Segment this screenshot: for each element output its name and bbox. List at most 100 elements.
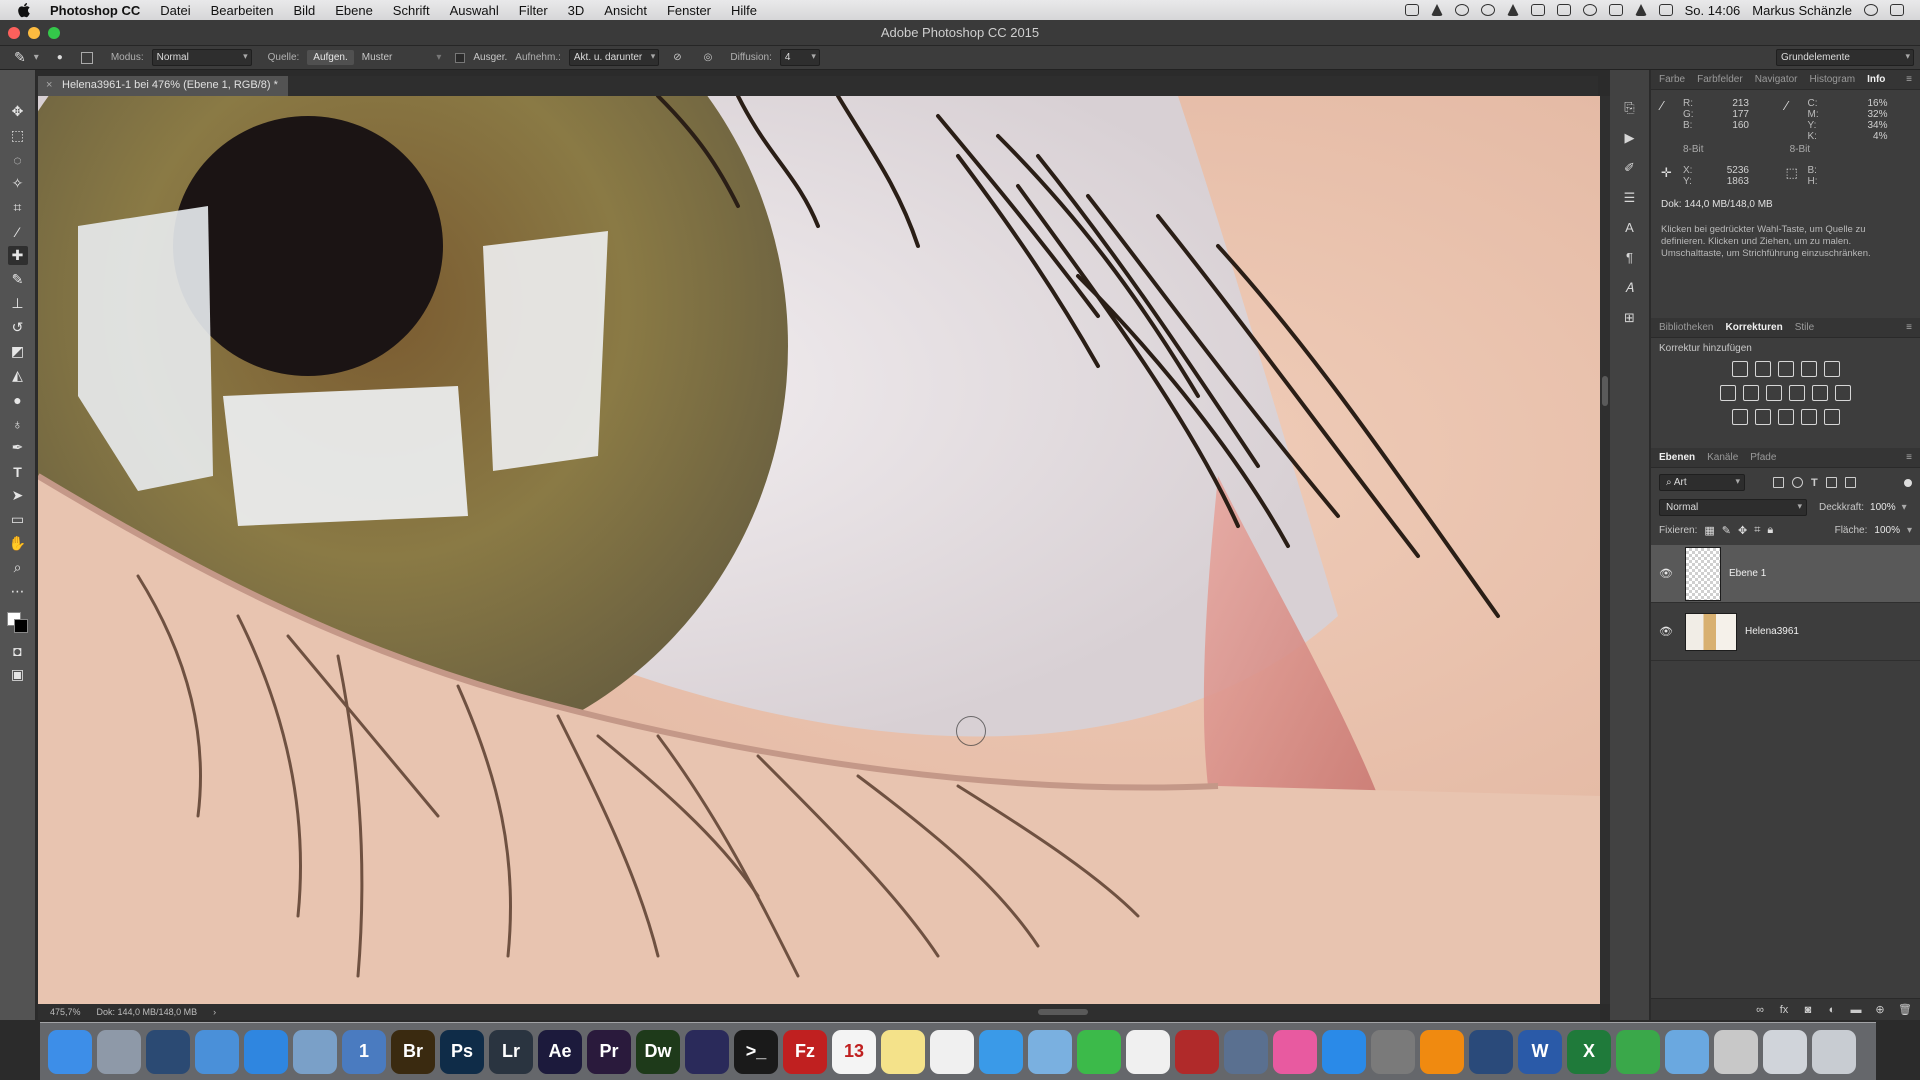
dock-app-vlc-icon[interactable] [1420,1029,1464,1074]
layer-filter-kind-select[interactable]: ⌕ Art [1659,474,1745,491]
quick-mask-icon[interactable]: ◘ [8,641,28,660]
tab-histogram[interactable]: Histogram [1810,74,1856,85]
move-tool-icon[interactable]: ✥ [8,102,28,121]
dodge-tool-icon[interactable]: ♁ [8,414,28,433]
horizontal-scroll-thumb[interactable] [1038,1009,1088,1015]
invert-icon[interactable] [1731,409,1748,425]
dock-app-notes-icon[interactable] [881,1029,925,1074]
lock-transparent-icon[interactable]: ▦ [1704,524,1714,537]
menu-bearbeiten[interactable]: Bearbeiten [211,3,274,18]
source-sampled-button[interactable]: Aufgen. [307,50,354,65]
layer-visibility-eye-icon[interactable]: 👁︎ [1659,567,1675,580]
adjustment-properties-icon[interactable]: ☰ [1621,190,1639,206]
canvas-horizontal-scrollbar[interactable] [38,1004,1600,1020]
dock-app-photoshop-icon[interactable]: Ps [440,1029,484,1074]
hand-tool-icon[interactable]: ✋ [8,534,28,553]
opacity-value[interactable]: 100% [1870,502,1896,513]
tab-info[interactable]: Info [1867,74,1885,85]
ignore-adjustment-layers-icon[interactable]: ⊘ [673,52,681,63]
tab-kanaele[interactable]: Kanäle [1707,452,1738,463]
layer-style-fx-icon[interactable]: fx [1778,1004,1790,1016]
drive-icon[interactable] [1430,4,1443,16]
menu-filter[interactable]: Filter [519,3,548,18]
status-menu-chevron-icon[interactable]: › [213,1007,216,1017]
tab-navigator[interactable]: Navigator [1755,74,1798,85]
record-icon[interactable] [1454,4,1469,16]
menu-bild[interactable]: Bild [294,3,316,18]
menu-auswahl[interactable]: Auswahl [450,3,499,18]
vibrance-icon[interactable] [1823,361,1840,377]
new-group-icon[interactable]: ▬ [1850,1004,1862,1016]
layer-name[interactable]: Ebene 1 [1729,568,1766,579]
brightness-contrast-icon[interactable] [1731,361,1748,377]
zoom-tool-icon[interactable]: ⌕ [8,558,28,577]
brush-panel-icon[interactable]: ✐ [1621,160,1639,176]
display-icon[interactable] [1530,4,1545,16]
time-machine-icon[interactable] [1582,4,1597,16]
dock-app-documents-icon[interactable] [1763,1029,1807,1074]
apple-logo-icon[interactable] [18,2,32,18]
dock-app-itunes-icon[interactable] [1273,1029,1317,1074]
layer-row[interactable]: 👁︎ Helena3961 [1651,603,1920,661]
notification-center-icon[interactable] [1890,4,1904,16]
actions-panel-icon[interactable]: ▶ [1621,130,1639,146]
path-selection-tool-icon[interactable]: ➤ [8,486,28,505]
source-pattern-button[interactable]: Muster [362,52,393,63]
brush-size-picker-icon[interactable]: ● [57,52,63,63]
link-layers-icon[interactable]: ∞ [1754,1004,1766,1016]
opacity-dropdown-icon[interactable]: ▾ [1902,502,1907,513]
filter-adjustment-icon[interactable] [1792,477,1803,488]
dock-app-premiere-icon[interactable]: Pr [587,1029,631,1074]
dock-app-system-preferences-icon[interactable] [1371,1029,1415,1074]
dock-app-photos-icon[interactable] [1126,1029,1170,1074]
dock-app-utility-icon[interactable] [1224,1029,1268,1074]
dock-app-preview-icon[interactable] [293,1029,337,1074]
dock-app-messages-icon[interactable] [979,1029,1023,1074]
dropbox-icon[interactable] [1404,4,1419,16]
gradient-map-icon[interactable] [1800,409,1817,425]
workspace-select[interactable]: Grundelemente [1776,49,1914,66]
dock-app-folder-icon[interactable] [195,1029,239,1074]
color-swatches[interactable] [6,610,30,636]
dock-app-quicktime-icon[interactable] [1469,1029,1513,1074]
menubar-clock[interactable]: So. 14:06 [1685,3,1741,18]
add-mask-icon[interactable]: ◙ [1802,1004,1814,1016]
sample-select[interactable]: Akt. u. darunter [568,49,660,66]
filter-toggle-icon[interactable] [1904,478,1912,487]
lock-artboard-icon[interactable]: ⌗ [1754,524,1760,537]
dock-app-app-store-icon[interactable] [1322,1029,1366,1074]
lock-all-icon[interactable]: 🔒︎ [1767,524,1773,537]
channel-mixer-icon[interactable] [1812,385,1828,401]
levels-icon[interactable] [1754,361,1771,377]
info-panel-menu-icon[interactable]: ≡ [1906,74,1912,85]
dock-app-illustrator-icon[interactable] [685,1029,729,1074]
layer-row[interactable]: 👁︎ Ebene 1 [1651,545,1920,603]
menu-schrift[interactable]: Schrift [393,3,430,18]
quick-selection-tool-icon[interactable]: ✧ [8,174,28,193]
color-lookup-icon[interactable] [1835,385,1851,401]
paint-bucket-tool-icon[interactable]: ◭ [8,366,28,385]
dock-app-trash-icon[interactable] [1812,1029,1856,1074]
background-color-swatch[interactable] [13,619,28,633]
brush-settings-icon[interactable] [80,51,93,64]
document-tab[interactable]: × Helena3961-1 bei 476% (Ebene 1, RGB/8)… [38,76,288,96]
hue-saturation-icon[interactable] [1720,385,1736,401]
threshold-icon[interactable] [1777,409,1794,425]
type-tool-icon[interactable]: T [8,462,28,481]
menu-fenster[interactable]: Fenster [667,3,711,18]
status-doc-size[interactable]: Dok: 144,0 MB/148,0 MB [97,1007,198,1017]
marquee-tool-icon[interactable]: ⬚ [8,126,28,145]
vlc-tray-icon[interactable] [1506,4,1519,16]
wifi-icon[interactable] [1634,4,1647,16]
black-white-icon[interactable] [1766,385,1782,401]
dock-app-terminal-icon[interactable]: >_ [734,1029,778,1074]
dock-app-evernote-icon[interactable] [1616,1029,1660,1074]
brush-tool-icon[interactable]: ✎ [8,270,28,289]
pen-tool-icon[interactable]: ✒ [8,438,28,457]
dock-app-brushes-icon[interactable] [1714,1029,1758,1074]
dock-app-launchpad-icon[interactable] [97,1029,141,1074]
menu-ansicht[interactable]: Ansicht [604,3,647,18]
menu-app-name[interactable]: Photoshop CC [50,3,140,18]
menu-3d[interactable]: 3D [568,3,585,18]
pressure-size-icon[interactable]: ◎ [704,52,713,63]
